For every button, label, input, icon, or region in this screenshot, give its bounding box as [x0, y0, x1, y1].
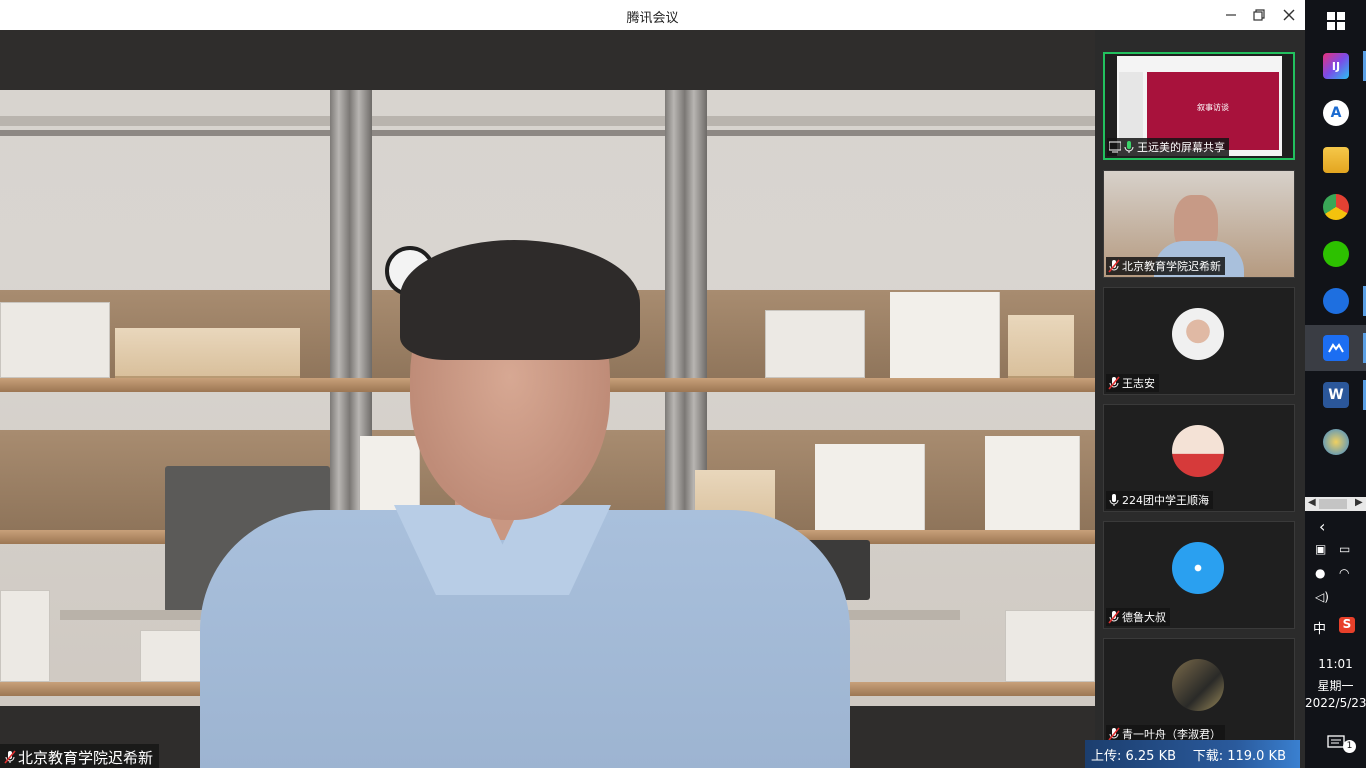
scroll-right-arrow-icon[interactable]: ▶	[1355, 497, 1363, 508]
clock-weekday[interactable]: 星期一	[1305, 677, 1366, 694]
tencent-meeting-icon[interactable]	[1323, 335, 1349, 361]
participant-avatar	[1172, 425, 1224, 477]
intellij-icon[interactable]: IJ	[1323, 53, 1349, 79]
participant-name-label: 德鲁大叔	[1106, 608, 1170, 626]
participant-avatar	[1172, 308, 1224, 360]
mic-muted-icon	[1108, 727, 1120, 741]
taskbar-scrollbar[interactable]: ◀ ▶	[1305, 497, 1366, 511]
restore-icon	[1253, 9, 1265, 21]
taskbar: IJ A W ‹ ▣ ▭ ● ◠ ◁) 中 S 11:01 星期一 2022/5…	[1305, 0, 1366, 768]
title-bar: 腾讯会议	[0, 0, 1305, 30]
participant-name: 224团中学王顺海	[1122, 494, 1209, 507]
participant-name-label: 王远美的屏幕共享	[1107, 138, 1229, 156]
ime-indicator[interactable]: 中	[1313, 618, 1326, 637]
mic-on-icon	[1108, 493, 1120, 507]
participant-name: 王远美的屏幕共享	[1137, 141, 1225, 154]
participant-name: 北京教育学院迟希新	[1122, 260, 1221, 273]
volume-icon[interactable]: ◁)	[1315, 590, 1329, 604]
storage-box	[0, 590, 50, 682]
participant-tile-video[interactable]: 北京教育学院迟希新	[1103, 170, 1295, 278]
participant-tile-avatar[interactable]: 224团中学王顺海	[1103, 404, 1295, 512]
restore-button[interactable]	[1244, 0, 1274, 30]
main-video[interactable]: 北京教育学院迟希新	[0, 30, 1095, 768]
participant-tile-avatar[interactable]: 德鲁大叔	[1103, 521, 1295, 629]
participant-name-label: 王志安	[1106, 374, 1159, 392]
paint-icon[interactable]	[1323, 429, 1349, 455]
word-icon[interactable]: W	[1323, 382, 1349, 408]
download-speed: 下载: 119.0 KB	[1192, 748, 1286, 764]
shelf-beam	[0, 130, 1095, 136]
participant-name-label: 224团中学王顺海	[1106, 491, 1213, 509]
network-speed-bar: 上传: 6.25 KB 下载: 119.0 KB	[1085, 740, 1300, 768]
clock-time[interactable]: 11:01	[1305, 657, 1366, 671]
close-button[interactable]	[1274, 0, 1304, 30]
upload-speed: 上传: 6.25 KB	[1091, 748, 1177, 764]
participant-tile-screen-share[interactable]: 叙事访谈 王远美的屏幕共享	[1103, 52, 1295, 160]
clock-date[interactable]: 2022/5/23	[1305, 696, 1366, 710]
notification-count-badge: 1	[1343, 740, 1356, 753]
battery-icon[interactable]: ▭	[1339, 542, 1350, 556]
close-icon	[1283, 9, 1295, 21]
book-row	[890, 292, 1000, 378]
speaker-name-label: 北京教育学院迟希新	[0, 744, 160, 768]
scroll-left-arrow-icon[interactable]: ◀	[1308, 497, 1316, 508]
mic-muted-icon	[1108, 610, 1120, 624]
minimize-icon	[1226, 14, 1236, 16]
mic-muted-icon	[4, 750, 16, 764]
shelf-beam	[0, 116, 1095, 126]
participant-name: 王志安	[1122, 377, 1155, 390]
drawer-stack	[1008, 315, 1074, 378]
participant-tile-avatar[interactable]: 王志安	[1103, 287, 1295, 395]
storage-box	[1005, 610, 1095, 682]
browser-icon[interactable]: A	[1323, 100, 1349, 126]
window-title: 腾讯会议	[626, 11, 679, 26]
participant-name: 德鲁大叔	[1122, 611, 1166, 624]
wifi-icon[interactable]: ◠	[1339, 566, 1349, 580]
mic-on-icon	[1123, 140, 1135, 154]
speaker-name: 北京教育学院迟希新	[18, 748, 154, 767]
screen-share-icon	[1108, 140, 1122, 154]
mic-muted-icon	[1108, 259, 1120, 273]
wechat-icon[interactable]	[1323, 241, 1349, 267]
scroll-thumb[interactable]	[1319, 499, 1347, 509]
chrome-icon[interactable]	[1323, 194, 1349, 220]
participant-avatar	[1172, 659, 1224, 711]
participant-tile-avatar[interactable]: 青一叶舟（李淑君）	[1103, 638, 1295, 746]
minimize-button[interactable]	[1216, 0, 1246, 30]
storage-box	[0, 302, 110, 378]
participant-avatar	[1172, 542, 1224, 594]
sogou-ime-icon[interactable]: S	[1339, 617, 1355, 633]
file-explorer-icon[interactable]	[1323, 147, 1349, 173]
participants-panel: 叙事访谈 王远美的屏幕共享 北京教育学院迟希新 王志安 224团中学王顺海 德鲁…	[1095, 30, 1305, 768]
book-row	[985, 436, 1080, 530]
show-hidden-icons-chevron[interactable]: ‹	[1319, 517, 1325, 536]
slide-title: 叙事访谈	[1197, 103, 1229, 112]
participant-name-label: 北京教育学院迟希新	[1106, 257, 1225, 275]
microphone-tray-icon[interactable]: ●	[1315, 566, 1325, 580]
windows-start-icon[interactable]	[1323, 8, 1349, 34]
screen-share-tray-icon[interactable]: ▣	[1315, 542, 1326, 556]
mic-muted-icon	[1108, 376, 1120, 390]
search-app-icon[interactable]	[1323, 288, 1349, 314]
speaker-person	[200, 240, 850, 768]
